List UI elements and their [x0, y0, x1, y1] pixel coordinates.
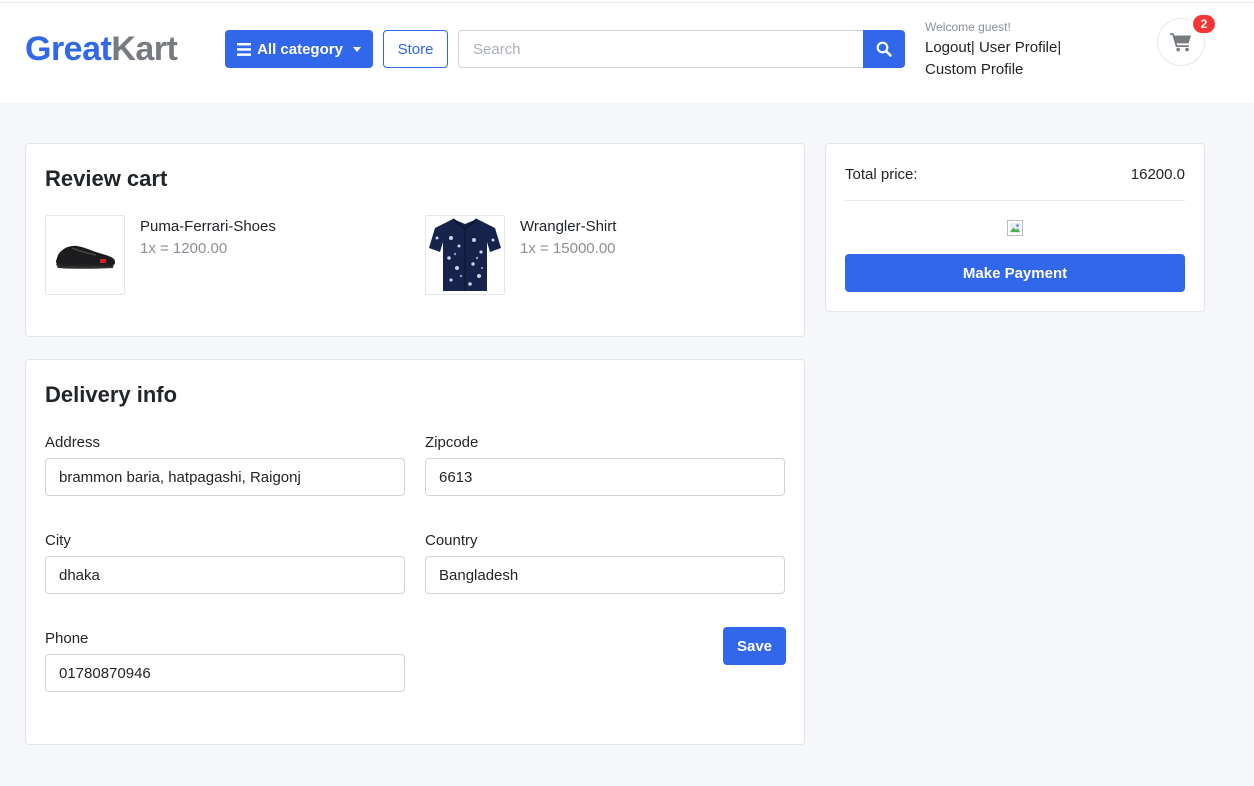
phone-field[interactable]	[45, 654, 405, 692]
country-field[interactable]	[425, 556, 785, 594]
total-price-label: Total price:	[845, 166, 918, 183]
address-label: Address	[45, 434, 101, 451]
country-label: Country	[425, 532, 478, 549]
logo-part-great: Great	[25, 30, 112, 68]
shirt-icon	[429, 218, 501, 291]
city-label: City	[45, 532, 71, 549]
item-name[interactable]: Wrangler-Shirt	[520, 218, 616, 235]
search-input[interactable]	[458, 30, 863, 68]
zipcode-label: Zipcode	[425, 434, 479, 451]
shoe-image[interactable]	[45, 215, 125, 295]
welcome-text: Welcome guest!	[925, 20, 1011, 34]
address-field[interactable]	[45, 458, 405, 496]
delivery-info-title: Delivery info	[45, 382, 178, 407]
search-icon	[876, 41, 892, 57]
user-profile-link[interactable]: User Profile	[979, 39, 1057, 56]
logout-link[interactable]: Logout	[925, 39, 971, 56]
zipcode-field[interactable]	[425, 458, 785, 496]
cart-item: Wrangler-Shirt 1x = 15000.00	[425, 215, 765, 295]
item-price: 1x = 15000.00	[520, 240, 616, 257]
review-cart-card: Review cart Puma-Ferrari-Shoes 1x = 1200…	[25, 143, 805, 337]
logo-part-kart: Kart	[111, 30, 178, 68]
save-button[interactable]: Save	[723, 627, 786, 665]
link-separator: |	[1057, 39, 1062, 56]
city-field[interactable]	[45, 556, 405, 594]
shirt-image[interactable]	[425, 215, 505, 295]
cart-count-badge: 2	[1193, 15, 1215, 33]
phone-label: Phone	[45, 630, 89, 647]
summary-divider	[845, 200, 1185, 201]
menu-bars-icon	[237, 42, 252, 56]
user-links: Logout| User Profile| Custom Profile	[925, 37, 1125, 81]
total-price-value: 16200.0	[1130, 166, 1185, 183]
cart-item: Puma-Ferrari-Shoes 1x = 1200.00	[45, 215, 385, 295]
custom-profile-link[interactable]: Custom Profile	[925, 61, 1023, 78]
review-cart-title: Review cart	[45, 166, 168, 191]
make-payment-button[interactable]: Make Payment	[845, 254, 1185, 292]
caret-down-icon	[352, 46, 361, 52]
search-button[interactable]	[863, 30, 905, 68]
all-category-dropdown-button[interactable]: All category	[225, 30, 373, 68]
category-label: All category	[257, 40, 343, 58]
store-button[interactable]: Store	[383, 30, 448, 68]
site-header: GreatKart All category Store Welcome gue…	[0, 3, 1254, 103]
order-summary-card: Total price: 16200.0 Make Payment	[825, 143, 1205, 312]
shopping-cart-icon	[1170, 33, 1191, 52]
shoe-icon	[56, 245, 116, 269]
search-bar	[458, 30, 905, 68]
broken-image-icon	[1007, 220, 1023, 236]
item-price: 1x = 1200.00	[140, 240, 228, 257]
brand-logo[interactable]: GreatKart	[25, 30, 178, 68]
item-name[interactable]: Puma-Ferrari-Shoes	[140, 218, 276, 235]
link-separator: |	[970, 39, 975, 56]
delivery-info-card: Delivery info Address Zipcode City Count…	[25, 359, 805, 745]
